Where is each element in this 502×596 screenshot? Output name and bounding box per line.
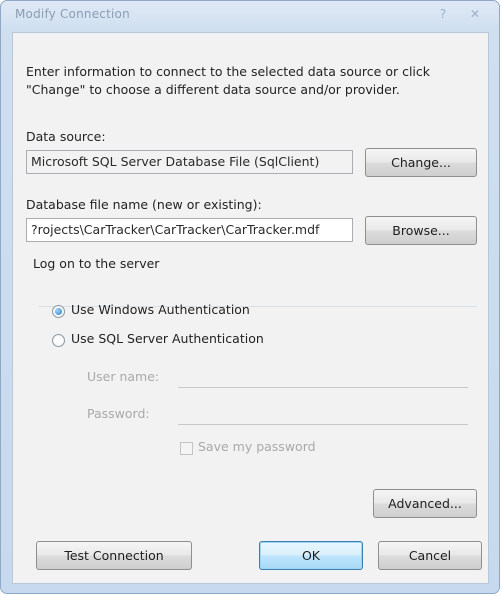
windows-auth-radio[interactable] [52,305,65,318]
modify-connection-dialog: Modify Connection ? ✕ Enter information … [0,0,500,594]
data-source-field: Microsoft SQL Server Database File (SqlC… [26,150,353,174]
dialog-title: Modify Connection [15,7,130,21]
database-file-label: Database file name (new or existing): [26,197,262,212]
title-bar[interactable]: Modify Connection ? ✕ [1,1,499,31]
intro-text: Enter information to connect to the sele… [26,64,431,97]
sql-auth-radio[interactable] [52,334,65,347]
cancel-button[interactable]: Cancel [378,541,482,570]
logon-group-label: Log on to the server [33,256,164,271]
windows-auth-label[interactable]: Use Windows Authentication [71,302,250,317]
password-input[interactable] [178,401,468,425]
help-icon[interactable]: ? [431,5,455,23]
dialog-body: Enter information to connect to the sele… [12,32,489,584]
close-icon[interactable]: ✕ [463,5,487,23]
sql-auth-label[interactable]: Use SQL Server Authentication [71,331,264,346]
browse-button[interactable]: Browse... [365,216,477,245]
database-file-input[interactable]: ?rojects\CarTracker\CarTracker\CarTracke… [26,218,353,242]
user-name-label: User name: [87,369,160,384]
advanced-button[interactable]: Advanced... [373,489,477,518]
change-button[interactable]: Change... [365,148,477,177]
save-password-label[interactable]: Save my password [198,439,316,454]
password-label: Password: [87,406,150,421]
data-source-label: Data source: [26,129,106,144]
save-password-checkbox[interactable] [180,442,193,455]
ok-button[interactable]: OK [259,541,363,570]
user-name-input[interactable] [178,364,468,388]
test-connection-button[interactable]: Test Connection [36,541,192,570]
